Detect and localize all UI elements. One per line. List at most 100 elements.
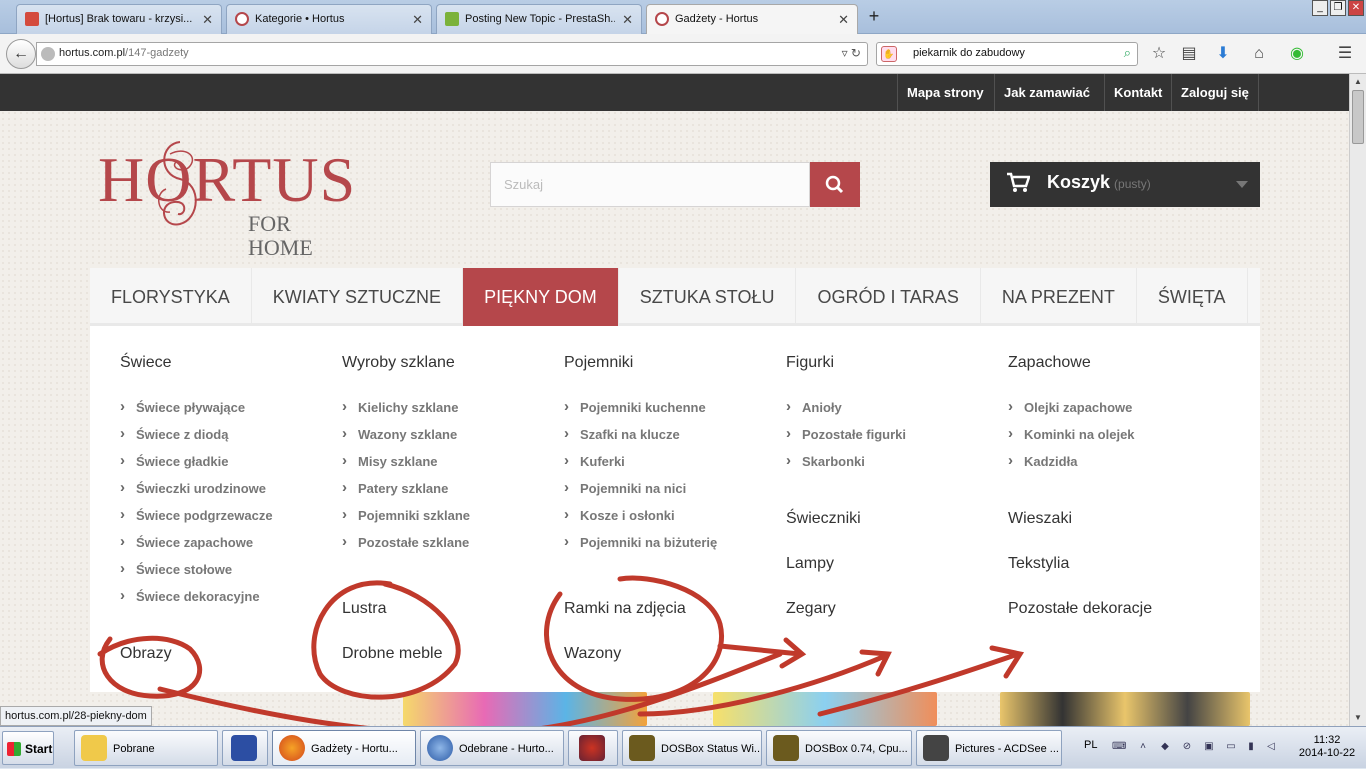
close-window-button[interactable]: ✕ (1348, 0, 1364, 16)
subcategory-link[interactable]: Świece pływające (120, 398, 245, 415)
cart-box[interactable]: Koszyk (pusty) (990, 162, 1260, 207)
menu-na-prezent[interactable]: NA PREZENT (981, 268, 1137, 326)
close-tab-icon[interactable]: ✕ (412, 12, 423, 28)
downloads-icon[interactable]: ⬇ (1212, 43, 1234, 65)
tab-prestashop[interactable]: Posting New Topic - PrestaSh... ✕ (436, 4, 642, 34)
subcategory-link[interactable]: Olejki zapachowe (1008, 398, 1132, 415)
task-dosbox-status[interactable]: DOSBox Status Wi... (622, 730, 762, 766)
category-swiece[interactable]: Świece (120, 354, 172, 372)
task-acdsee[interactable]: Pictures - ACDSee ... (916, 730, 1062, 766)
task-pobrane[interactable]: Pobrane (74, 730, 218, 766)
scroll-up-icon[interactable]: ▲ (1351, 74, 1365, 90)
new-tab-button[interactable]: + (864, 6, 884, 26)
keyboard-icon[interactable]: ⌨ (1112, 740, 1126, 754)
subcategory-link[interactable]: Misy szklane (342, 452, 437, 469)
subcategory-link[interactable]: Wazony szklane (342, 425, 457, 442)
menu-sztuka-stolu[interactable]: SZTUKA STOŁU (619, 268, 797, 326)
category-wyroby-szklane[interactable]: Wyroby szklane (342, 354, 455, 372)
category-wazony[interactable]: Wazony (564, 645, 621, 663)
link-jak-zamawiac[interactable]: Jak zamawiać (994, 74, 1099, 111)
subcategory-link[interactable]: Świece gładkie (120, 452, 228, 469)
minimize-button[interactable]: _ (1312, 0, 1328, 16)
reload-icon[interactable]: ▿ ↻ (842, 46, 861, 60)
category-drobne-meble[interactable]: Drobne meble (342, 645, 443, 663)
category-figurki[interactable]: Figurki (786, 354, 834, 372)
subcategory-link[interactable]: Pozostałe szklane (342, 533, 469, 550)
scroll-down-icon[interactable]: ▼ (1351, 710, 1365, 726)
shop-search-input[interactable]: Szukaj (490, 162, 810, 207)
category-lampy[interactable]: Lampy (786, 555, 834, 573)
subcategory-link[interactable]: Świece stołowe (120, 560, 232, 577)
search-engine-icon[interactable]: ✋ (881, 46, 897, 62)
bookmark-star-icon[interactable]: ☆ (1148, 43, 1170, 65)
category-zapachowe[interactable]: Zapachowe (1008, 354, 1091, 372)
close-tab-icon[interactable]: ✕ (202, 12, 213, 28)
vertical-scrollbar[interactable]: ▲ ▼ (1349, 74, 1366, 726)
task-dosbox[interactable]: DOSBox 0.74, Cpu... (766, 730, 912, 766)
task-floppy[interactable] (222, 730, 268, 766)
close-tab-icon[interactable]: ✕ (622, 12, 633, 28)
subcategory-link[interactable]: Świece podgrzewacze (120, 506, 273, 523)
menu-piekny-dom[interactable]: PIĘKNY DOM (463, 268, 619, 326)
subcategory-link[interactable]: Szafki na klucze (564, 425, 680, 442)
subcategory-link[interactable]: Pojemniki szklane (342, 506, 470, 523)
menu-ogrod-i-taras[interactable]: OGRÓD I TARAS (796, 268, 981, 326)
shop-search-button[interactable] (810, 162, 860, 207)
subcategory-link[interactable]: Pojemniki kuchenne (564, 398, 706, 415)
scrollbar-thumb[interactable] (1352, 90, 1364, 144)
tab-kategorie[interactable]: Kategorie • Hortus ✕ (226, 4, 432, 34)
subcategory-link[interactable]: Kielichy szklane (342, 398, 459, 415)
subcategory-link[interactable]: Skarbonki (786, 452, 865, 469)
menu-kwiaty-sztuczne[interactable]: KWIATY SZTUCZNE (252, 268, 464, 326)
hortus-logo[interactable]: HORTUS FOR HOME (98, 134, 358, 260)
network-icon[interactable]: ▮ (1244, 740, 1258, 754)
menu-florystyka[interactable]: FLORYSTYKA (90, 268, 252, 326)
subcategory-link[interactable]: Patery szklane (342, 479, 448, 496)
product-image[interactable] (713, 692, 937, 726)
menu-icon[interactable]: ☰ (1334, 43, 1356, 65)
subcategory-link[interactable]: Kuferki (564, 452, 625, 469)
tab-gadzety[interactable]: Gadżety - Hortus ✕ (646, 4, 858, 35)
subcategory-link[interactable]: Anioły (786, 398, 842, 415)
category-wieszaki[interactable]: Wieszaki (1008, 510, 1072, 528)
subcategory-link[interactable]: Świeczki urodzinowe (120, 479, 266, 496)
category-zegary[interactable]: Zegary (786, 600, 836, 618)
back-button[interactable]: ← (6, 39, 36, 69)
bookmarks-list-icon[interactable]: ▤ (1178, 43, 1200, 65)
menu-swieta[interactable]: ŚWIĘTA (1137, 268, 1248, 326)
subcategory-link[interactable]: Świece zapachowe (120, 533, 253, 550)
product-image[interactable] (403, 692, 647, 726)
chevron-up-icon[interactable]: ˄ (1136, 740, 1150, 754)
dropbox-icon[interactable]: ◆ (1158, 740, 1172, 754)
clock[interactable]: 11:32 2014-10-22 (1294, 734, 1360, 760)
close-tab-icon[interactable]: ✕ (838, 12, 849, 28)
task-atom[interactable] (568, 730, 618, 766)
task-firefox[interactable]: Gadżety - Hortu... (272, 730, 416, 766)
subcategory-link[interactable]: Kadzidła (1008, 452, 1078, 469)
subcategory-link[interactable]: Świece z diodą (120, 425, 229, 442)
category-obrazy[interactable]: Obrazy (120, 645, 172, 663)
category-tekstylia[interactable]: Tekstylia (1008, 555, 1069, 573)
link-zaloguj[interactable]: Zaloguj się (1171, 74, 1259, 111)
category-swieczniki[interactable]: Świeczniki (786, 510, 861, 528)
category-pojemniki[interactable]: Pojemniki (564, 354, 633, 372)
subcategory-link[interactable]: Kominki na olejek (1008, 425, 1134, 442)
update-icon[interactable]: ▣ (1202, 740, 1216, 754)
subcategory-link[interactable]: Pojemniki na nici (564, 479, 686, 496)
subcategory-link[interactable]: Pozostałe figurki (786, 425, 906, 442)
start-button[interactable]: Start (2, 731, 54, 765)
product-image[interactable] (1000, 692, 1250, 726)
tab-gmail[interactable]: [Hortus] Brak towaru - krzysi... ✕ (16, 4, 222, 34)
volume-icon[interactable]: ◁ (1264, 740, 1278, 754)
subcategory-link[interactable]: Pojemniki na biżuterię (564, 533, 717, 550)
browser-search-field[interactable]: ✋ piekarnik do zabudowy ⌕ (876, 42, 1138, 66)
security-icon[interactable]: ⊘ (1180, 740, 1194, 754)
restore-button[interactable]: ❐ (1330, 0, 1346, 16)
addon-icon[interactable]: ◉ (1286, 43, 1308, 65)
link-mapa-strony[interactable]: Mapa strony (897, 74, 993, 111)
search-icon[interactable]: ⌕ (1124, 45, 1131, 61)
task-thunderbird[interactable]: Odebrane - Hurto... (420, 730, 564, 766)
category-pozostale[interactable]: Pozostałe dekoracje (1008, 600, 1152, 618)
category-lustra[interactable]: Lustra (342, 600, 386, 618)
monitor-icon[interactable]: ▭ (1224, 740, 1238, 754)
